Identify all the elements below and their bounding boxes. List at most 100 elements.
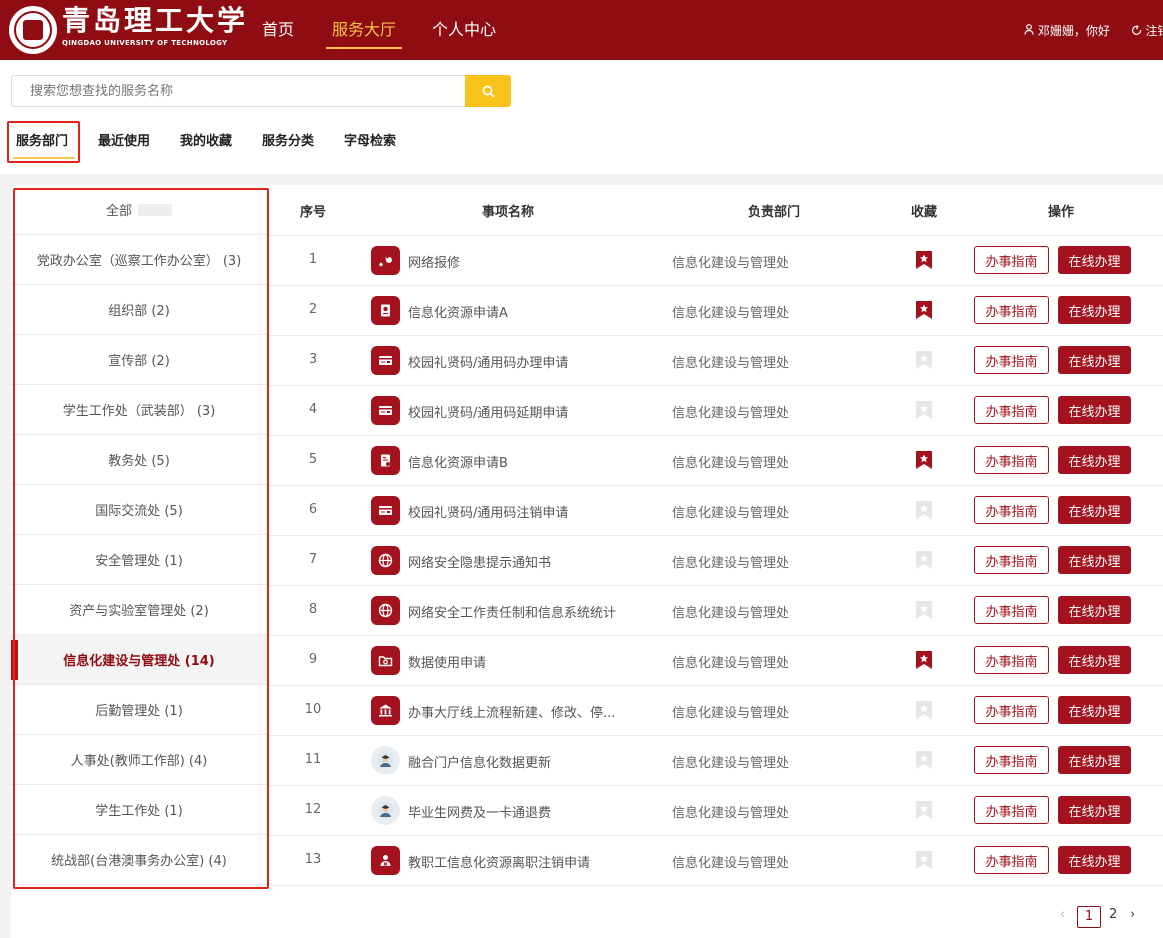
department-item[interactable]: 人事处(教师工作部) (4) [11,735,267,785]
service-name-link[interactable]: 毕业生网费及一卡通退费 [408,802,551,821]
department-item[interactable]: 统战部(台港澳事务办公室) (4) [11,835,267,885]
guide-button[interactable]: 办事指南 [974,496,1049,524]
department-item[interactable]: 国际交流处 (5) [11,485,267,535]
service-name-link[interactable]: 网络安全隐患提示通知书 [408,552,551,571]
favorite-star-empty-icon[interactable] [915,550,933,570]
favorite-star-filled-icon[interactable] [915,450,933,470]
department-item[interactable]: 资产与实验室管理处 (2) [11,585,267,635]
service-name-link[interactable]: 办事大厅线上流程新建、修改、停... [408,702,615,721]
user-remove-icon [371,846,400,875]
online-handle-button[interactable]: 在线办理 [1058,546,1131,574]
online-handle-button[interactable]: 在线办理 [1058,696,1131,724]
guide-button[interactable]: 办事指南 [974,596,1049,624]
service-name-link[interactable]: 网络报修 [408,252,460,271]
tab-favorites[interactable]: 我的收藏 [180,133,232,151]
department-item[interactable]: 党政办公室（巡察工作办公室） (3) [11,235,267,285]
guide-button[interactable]: 办事指南 [974,246,1049,274]
service-name-link[interactable]: 信息化资源申请A [408,302,508,321]
favorite-star-empty-icon[interactable] [915,600,933,620]
row-number: 13 [304,852,322,867]
guide-button[interactable]: 办事指南 [974,546,1049,574]
service-name-link[interactable]: 校园礼贤码/通用码注销申请 [408,502,568,521]
department-item[interactable]: 宣传部 (2) [11,335,267,385]
column-header-department: 负责部门 [747,205,801,220]
avatar-icon [371,796,400,825]
search-button[interactable] [465,75,511,107]
favorite-star-empty-icon[interactable] [915,400,933,420]
online-handle-button[interactable]: 在线办理 [1058,246,1131,274]
favorite-star-empty-icon[interactable] [915,350,933,370]
online-handle-button[interactable]: 在线办理 [1058,596,1131,624]
online-handle-button[interactable]: 在线办理 [1058,396,1131,424]
row-number: 10 [304,702,322,717]
column-header-favorite: 收藏 [910,205,938,220]
guide-button[interactable]: 办事指南 [974,346,1049,374]
guide-button[interactable]: 办事指南 [974,796,1049,824]
search-icon [482,85,495,98]
tab-category[interactable]: 服务分类 [262,133,314,151]
favorite-star-filled-icon[interactable] [915,650,933,670]
search-input[interactable] [11,75,466,107]
favorite-star-filled-icon[interactable] [915,250,933,270]
service-name-link[interactable]: 校园礼贤码/通用码延期申请 [408,402,568,421]
service-name-link[interactable]: 网络安全工作责任制和信息系统统计 [408,602,616,621]
guide-button[interactable]: 办事指南 [974,746,1049,774]
department-item[interactable]: 安全管理处 (1) [11,535,267,585]
row-number: 4 [308,402,318,417]
favorite-star-empty-icon[interactable] [915,750,933,770]
department-all[interactable]: 全部 [11,185,267,235]
pagination-next-icon[interactable]: › [1130,907,1135,922]
nav-active-indicator [326,47,402,49]
tab-service-department[interactable]: 服务部门 [16,133,68,151]
guide-button[interactable]: 办事指南 [974,846,1049,874]
department-item[interactable]: 信息化建设与管理处 (14) [11,635,267,685]
user-area: 邓姗姗，你好 注销 [1024,22,1163,39]
pagination-page-2[interactable]: 2 [1109,907,1117,922]
favorite-star-empty-icon[interactable] [915,800,933,820]
online-handle-button[interactable]: 在线办理 [1058,296,1131,324]
user-greeting[interactable]: 邓姗姗，你好 [1038,23,1110,39]
tab-alphabet[interactable]: 字母检索 [344,133,396,151]
online-handle-button[interactable]: 在线办理 [1058,496,1131,524]
guide-button[interactable]: 办事指南 [974,696,1049,724]
department-item[interactable]: 学生工作处（武装部） (3) [11,385,267,435]
nav-service-hall[interactable]: 服务大厅 [332,19,396,41]
favorite-star-empty-icon[interactable] [915,700,933,720]
online-handle-button[interactable]: 在线办理 [1058,646,1131,674]
tab-recent[interactable]: 最近使用 [98,133,150,151]
service-name-link[interactable]: 教职工信息化资源离职注销申请 [408,852,590,871]
logout-link[interactable]: 注销 [1146,23,1163,39]
online-handle-button[interactable]: 在线办理 [1058,746,1131,774]
department-item[interactable]: 教务处 (5) [11,435,267,485]
logout-icon[interactable] [1131,23,1142,39]
department-item[interactable]: 学生工作处 (1) [11,785,267,835]
online-handle-button[interactable]: 在线办理 [1058,346,1131,374]
nav-personal-center[interactable]: 个人中心 [432,19,496,41]
guide-button[interactable]: 办事指南 [974,396,1049,424]
responsible-department: 信息化建设与管理处 [672,606,790,621]
pagination-prev-icon[interactable]: ‹ [1060,907,1065,922]
guide-button[interactable]: 办事指南 [974,296,1049,324]
favorite-star-filled-icon[interactable] [915,300,933,320]
service-name-link[interactable]: 信息化资源申请B [408,452,508,471]
department-item[interactable]: 组织部 (2) [11,285,267,335]
service-name-link[interactable]: 融合门户信息化数据更新 [408,752,551,771]
column-header-name: 事项名称 [481,205,535,220]
department-active-indicator [11,640,18,680]
favorite-star-empty-icon[interactable] [915,500,933,520]
row-number: 6 [308,502,318,517]
favorite-star-empty-icon[interactable] [915,850,933,870]
online-handle-button[interactable]: 在线办理 [1058,796,1131,824]
service-name-link[interactable]: 数据使用申请 [408,652,486,671]
department-item[interactable]: 后勤管理处 (1) [11,685,267,735]
university-english-name: QINGDAO UNIVERSITY OF TECHNOLOGY [62,39,228,47]
online-handle-button[interactable]: 在线办理 [1058,446,1131,474]
nav-home[interactable]: 首页 [262,19,294,41]
column-header-number: 序号 [299,205,327,220]
online-handle-button[interactable]: 在线办理 [1058,846,1131,874]
pagination-current-page[interactable]: 1 [1077,906,1101,928]
responsible-department: 信息化建设与管理处 [672,806,790,821]
guide-button[interactable]: 办事指南 [974,646,1049,674]
guide-button[interactable]: 办事指南 [974,446,1049,474]
service-name-link[interactable]: 校园礼贤码/通用码办理申请 [408,352,568,371]
